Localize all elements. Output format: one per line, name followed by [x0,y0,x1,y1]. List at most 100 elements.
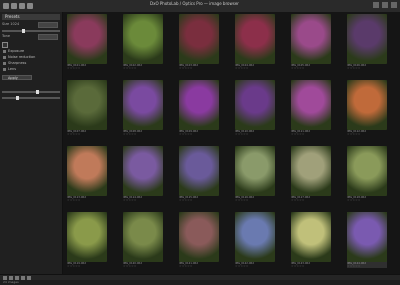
thumbnail[interactable]: IMG_0116.CR2 ☆☆☆☆☆ [235,146,275,202]
app-icon[interactable] [3,3,9,9]
maximize-icon[interactable] [382,2,388,8]
thumbnail[interactable]: IMG_0122.CR2 ☆☆☆☆☆ [235,212,275,268]
star-rating[interactable]: ☆☆☆☆☆ [179,67,219,70]
star-rating[interactable]: ☆☆☆☆☆ [179,265,219,268]
checkbox[interactable] [2,42,8,48]
thumbnail[interactable]: IMG_0117.CR2 ☆☆☆☆☆ [291,146,331,202]
star-rating[interactable]: ☆☆☆☆☆ [67,67,107,70]
star-rating[interactable]: ☆☆☆☆☆ [123,199,163,202]
thumbnail[interactable]: IMG_0118.CR2 ☆☆☆☆☆ [347,146,387,202]
thumbnail[interactable]: IMG_0104.CR2 ☆☆☆☆☆ [235,14,275,70]
correction-item[interactable]: Exposure [2,49,60,54]
thumbnail-image[interactable] [123,80,163,130]
correction-item[interactable]: Lens [2,67,60,72]
size-field[interactable] [38,22,58,28]
thumbnail-image[interactable] [67,146,107,196]
thumbnail[interactable]: IMG_0110.CR2 ☆☆☆☆☆ [235,80,275,136]
star-rating[interactable]: ☆☆☆☆☆ [347,133,387,136]
star-rating[interactable]: ☆☆☆☆☆ [235,67,275,70]
thumbnail-image[interactable] [179,212,219,262]
open-icon[interactable] [11,3,17,9]
star-rating[interactable]: ☆☆☆☆☆ [123,67,163,70]
thumbnail[interactable]: IMG_0105.CR2 ☆☆☆☆☆ [291,14,331,70]
star-rating[interactable]: ☆☆☆☆☆ [123,133,163,136]
thumbnail[interactable]: IMG_0108.CR2 ☆☆☆☆☆ [123,80,163,136]
tone-field[interactable] [38,34,58,40]
star-rating[interactable]: ☆☆☆☆☆ [291,265,331,268]
thumbnail[interactable]: IMG_0124.CR2 ☆☆☆☆☆ [347,212,387,268]
slider-handle[interactable] [36,90,39,94]
status-bar: 24 images [0,280,400,285]
undo-icon[interactable] [27,3,33,9]
thumbnail-image[interactable] [123,212,163,262]
star-rating[interactable]: ☆☆☆☆☆ [291,133,331,136]
correction-item[interactable]: Noise reduction [2,55,60,60]
star-rating[interactable]: ☆☆☆☆☆ [179,199,219,202]
thumbnail[interactable]: IMG_0112.CR2 ☆☆☆☆☆ [347,80,387,136]
thumbnail-image[interactable] [179,146,219,196]
thumbnail-image[interactable] [123,146,163,196]
thumbnail-image[interactable] [67,212,107,262]
thumbnail[interactable]: IMG_0103.CR2 ☆☆☆☆☆ [179,14,219,70]
quick-access-toolbar [0,3,33,9]
slider[interactable] [2,96,60,100]
slider[interactable] [2,90,60,94]
slider[interactable] [2,29,60,33]
thumbnail-image[interactable] [179,80,219,130]
slider-handle[interactable] [16,96,19,100]
thumbnail[interactable]: IMG_0114.CR2 ☆☆☆☆☆ [123,146,163,202]
thumbnail-image[interactable] [291,14,331,64]
apply-button[interactable]: Apply [2,75,32,80]
thumbnail[interactable]: IMG_0102.CR2 ☆☆☆☆☆ [123,14,163,70]
thumbnail-image[interactable] [235,146,275,196]
close-icon[interactable] [391,2,397,8]
star-rating[interactable]: ☆☆☆☆☆ [235,265,275,268]
thumbnail-grid: IMG_0101.CR2 ☆☆☆☆☆ IMG_0102.CR2 ☆☆☆☆☆ IMG_01… [63,12,400,274]
star-rating[interactable]: ☆☆☆☆☆ [235,199,275,202]
thumbnail-image[interactable] [347,14,387,64]
thumbnail-image[interactable] [123,14,163,64]
star-rating[interactable]: ☆☆☆☆☆ [235,133,275,136]
star-rating[interactable]: ☆☆☆☆☆ [67,199,107,202]
thumbnail-image[interactable] [235,212,275,262]
star-rating[interactable]: ☆☆☆☆☆ [179,133,219,136]
thumbnail[interactable]: IMG_0109.CR2 ☆☆☆☆☆ [179,80,219,136]
star-rating[interactable]: ☆☆☆☆☆ [347,67,387,70]
thumbnail-image[interactable] [291,212,331,262]
star-rating[interactable]: ☆☆☆☆☆ [291,67,331,70]
thumbnail[interactable]: IMG_0121.CR2 ☆☆☆☆☆ [179,212,219,268]
setting-label: Tone [2,34,11,38]
thumbnail-image[interactable] [179,14,219,64]
thumbnail-image[interactable] [235,80,275,130]
minimize-icon[interactable] [373,2,379,8]
star-rating[interactable]: ☆☆☆☆☆ [67,133,107,136]
thumbnail[interactable]: IMG_0111.CR2 ☆☆☆☆☆ [291,80,331,136]
thumbnail[interactable]: IMG_0101.CR2 ☆☆☆☆☆ [67,14,107,70]
thumbnail-image[interactable] [347,80,387,130]
thumbnail-image[interactable] [347,212,387,262]
star-rating[interactable]: ☆☆☆☆☆ [347,199,387,202]
thumbnail-image[interactable] [67,14,107,64]
star-rating[interactable]: ☆☆☆☆☆ [347,265,387,268]
settings-panel: Presets Size 1024 Tone Exposure Noise re… [0,12,63,274]
star-rating[interactable]: ☆☆☆☆☆ [123,265,163,268]
thumbnail-image[interactable] [291,80,331,130]
thumbnail[interactable]: IMG_0106.CR2 ☆☆☆☆☆ [347,14,387,70]
window-controls [373,2,397,8]
star-rating[interactable]: ☆☆☆☆☆ [67,265,107,268]
thumbnail[interactable]: IMG_0119.CR2 ☆☆☆☆☆ [67,212,107,268]
thumbnail[interactable]: IMG_0113.CR2 ☆☆☆☆☆ [67,146,107,202]
slider-handle[interactable] [22,29,25,33]
thumbnail[interactable]: IMG_0120.CR2 ☆☆☆☆☆ [123,212,163,268]
panel-header[interactable]: Presets [2,14,60,20]
thumbnail-image[interactable] [347,146,387,196]
thumbnail[interactable]: IMG_0107.CR2 ☆☆☆☆☆ [67,80,107,136]
correction-item[interactable]: Sharpness [2,61,60,66]
thumbnail-image[interactable] [235,14,275,64]
star-rating[interactable]: ☆☆☆☆☆ [291,199,331,202]
save-icon[interactable] [19,3,25,9]
thumbnail-image[interactable] [291,146,331,196]
thumbnail-image[interactable] [67,80,107,130]
thumbnail[interactable]: IMG_0115.CR2 ☆☆☆☆☆ [179,146,219,202]
thumbnail[interactable]: IMG_0123.CR2 ☆☆☆☆☆ [291,212,331,268]
